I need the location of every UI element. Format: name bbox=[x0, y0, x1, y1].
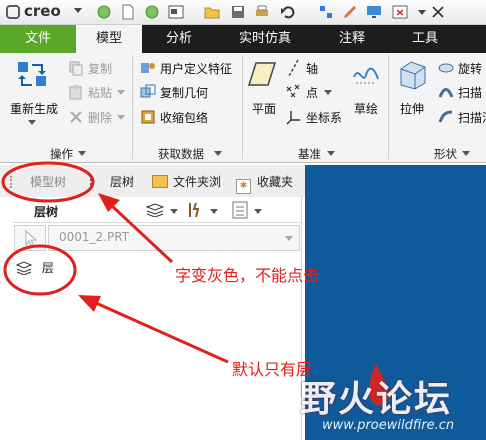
watermark-title: 野火论坛 bbox=[300, 379, 453, 420]
annotation-circle-tabs bbox=[1, 161, 95, 203]
annotation-arrow-1 bbox=[110, 204, 174, 264]
watermark-url: www.proewildfire.cn bbox=[322, 418, 455, 433]
annotation-arrow-2-head bbox=[78, 295, 101, 312]
annotation-circle-layer bbox=[3, 244, 77, 296]
annotation-arrow-2 bbox=[95, 301, 229, 364]
annotation-greyed: 字变灰色，不能点击 bbox=[175, 266, 320, 285]
